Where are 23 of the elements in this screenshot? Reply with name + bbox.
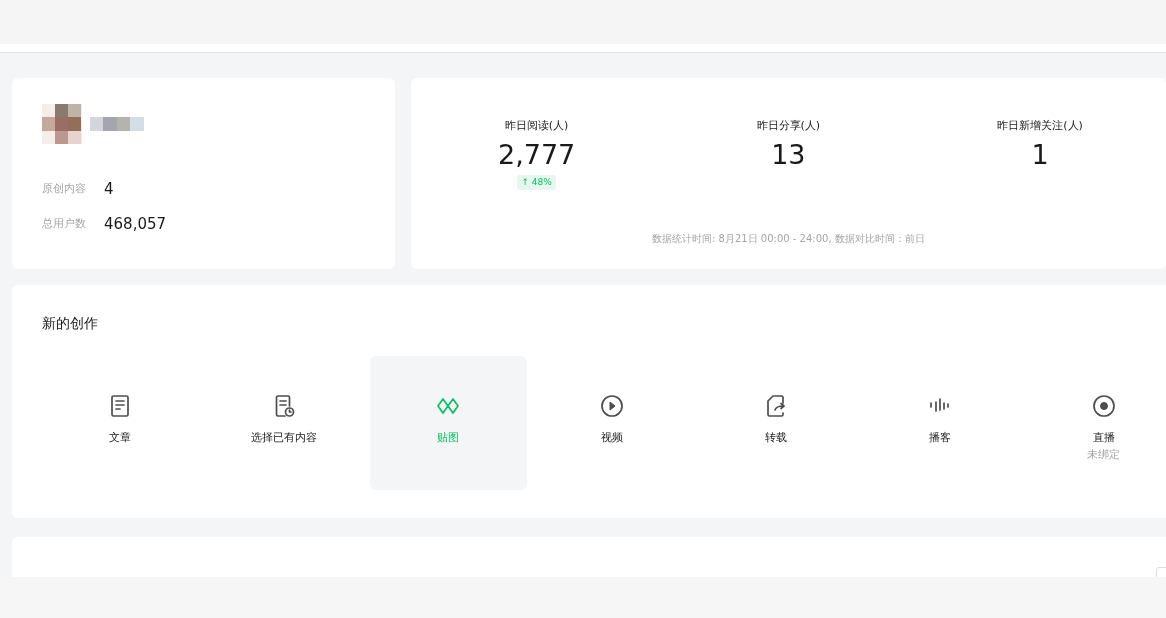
- create-option[interactable]: 视频: [533, 356, 691, 490]
- stat-label: 原创内容: [42, 181, 87, 197]
- change-badge: ↑ 48%: [517, 174, 556, 191]
- metric-value: 13: [771, 138, 806, 171]
- metric-label: 昨日阅读(人): [504, 118, 569, 134]
- blurred-name: [90, 117, 144, 131]
- create-option[interactable]: 文章: [42, 356, 199, 490]
- metric-label: 昨日分享(人): [756, 118, 821, 134]
- play-icon: [600, 394, 624, 418]
- create-option[interactable]: 播客: [861, 356, 1019, 490]
- stat-value: 4: [104, 179, 114, 200]
- metric-value: 2,777: [497, 138, 576, 171]
- section-title: 新的创作: [42, 314, 98, 333]
- status-label: 未绑定: [1087, 446, 1121, 463]
- create-option[interactable]: 转载: [697, 356, 855, 490]
- stats-note: 数据统计时间: 8月21日 00:00 - 24:00, 数据对比时间：前日: [651, 233, 925, 244]
- stat-value: 468,057: [104, 213, 167, 235]
- create-option[interactable]: 选择已有内容: [205, 356, 363, 490]
- metric-label: 昨日新增关注(人): [997, 118, 1083, 134]
- record-icon: [1091, 394, 1116, 418]
- stat-label: 总用户数: [42, 215, 87, 232]
- metric-value: 1: [1031, 138, 1049, 171]
- create-option[interactable]: 直播 未绑定: [1025, 356, 1166, 490]
